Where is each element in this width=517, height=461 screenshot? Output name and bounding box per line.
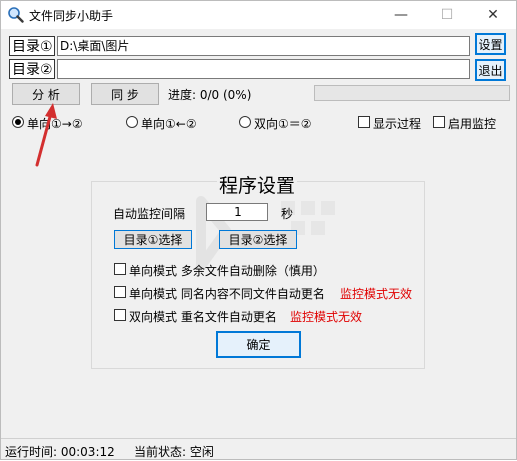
select-dir1-label: 目录①选择 xyxy=(123,233,183,247)
select-dir2-button[interactable]: 目录②选择 xyxy=(219,230,297,249)
annotation-arrow-icon xyxy=(35,103,57,167)
mode-oneway-left-label: 单向①←② xyxy=(141,117,197,131)
enable-monitor-checkbox[interactable] xyxy=(433,116,445,128)
app-window: 文件同步小助手 — ☐ ✕ 目录① D:\桌面\图片 设置 目录② 退出 分 析… xyxy=(0,0,517,460)
opt-rename-dup-checkbox[interactable] xyxy=(114,309,126,321)
show-process-checkbox[interactable] xyxy=(358,116,370,128)
opt-rename-dup-label: 双向模式 重名文件自动更名 xyxy=(129,310,277,324)
show-process-label: 显示过程 xyxy=(373,117,422,131)
title-bar: 文件同步小助手 — ☐ ✕ xyxy=(1,1,516,29)
minimize-icon: — xyxy=(394,7,408,23)
dir1-path-field[interactable]: D:\桌面\图片 xyxy=(57,36,470,56)
interval-label: 自动监控间隔 xyxy=(113,207,186,221)
dir2-path-field[interactable] xyxy=(57,59,470,79)
runtime-text: 运行时间: 00:03:12 xyxy=(5,445,115,459)
opt-delete-extra-label: 单向模式 多余文件自动删除（慎用） xyxy=(129,264,325,278)
confirm-button[interactable]: 确定 xyxy=(216,331,301,358)
opt-rename-diff-checkbox[interactable] xyxy=(114,286,126,298)
state-text: 当前状态: 空闲 xyxy=(134,445,214,459)
opt-rename-dup-note: 监控模式无效 xyxy=(290,310,363,324)
exit-button-label: 退出 xyxy=(478,63,503,78)
dir1-label: 目录① xyxy=(9,36,55,56)
select-dir2-label: 目录②选择 xyxy=(228,233,288,247)
enable-monitor-label: 启用监控 xyxy=(448,117,497,131)
opt-delete-extra-checkbox[interactable] xyxy=(114,263,126,275)
dir2-label: 目录② xyxy=(9,59,55,79)
progress-text: 进度: 0/0 (0%) xyxy=(168,88,252,102)
magnifier-app-icon xyxy=(8,7,24,23)
close-icon: ✕ xyxy=(487,7,499,23)
select-dir1-button[interactable]: 目录①选择 xyxy=(114,230,192,249)
opt-rename-diff-label: 单向模式 同名内容不同文件自动更名 xyxy=(129,287,325,301)
maximize-button[interactable]: ☐ xyxy=(424,1,470,29)
maximize-icon: ☐ xyxy=(440,7,454,23)
confirm-button-label: 确定 xyxy=(246,338,271,352)
exit-button[interactable]: 退出 xyxy=(475,59,506,81)
mode-oneway-right-radio[interactable] xyxy=(12,116,24,128)
settings-button[interactable]: 设置 xyxy=(475,33,506,55)
sync-button-label: 同 步 xyxy=(111,87,139,102)
sync-button[interactable]: 同 步 xyxy=(91,83,159,105)
mode-twoway-label: 双向①＝② xyxy=(254,117,312,131)
settings-button-label: 设置 xyxy=(478,37,503,52)
progress-bar xyxy=(314,85,510,101)
interval-unit: 秒 xyxy=(281,207,294,221)
window-title: 文件同步小助手 xyxy=(29,9,114,23)
mode-twoway-radio[interactable] xyxy=(239,116,251,128)
close-button[interactable]: ✕ xyxy=(470,1,516,29)
mode-oneway-left-radio[interactable] xyxy=(126,116,138,128)
opt-rename-diff-note: 监控模式无效 xyxy=(340,287,413,301)
status-bar: 运行时间: 00:03:12 当前状态: 空闲 xyxy=(1,438,516,461)
interval-input[interactable]: 1 xyxy=(206,203,268,221)
minimize-button[interactable]: — xyxy=(378,1,424,29)
